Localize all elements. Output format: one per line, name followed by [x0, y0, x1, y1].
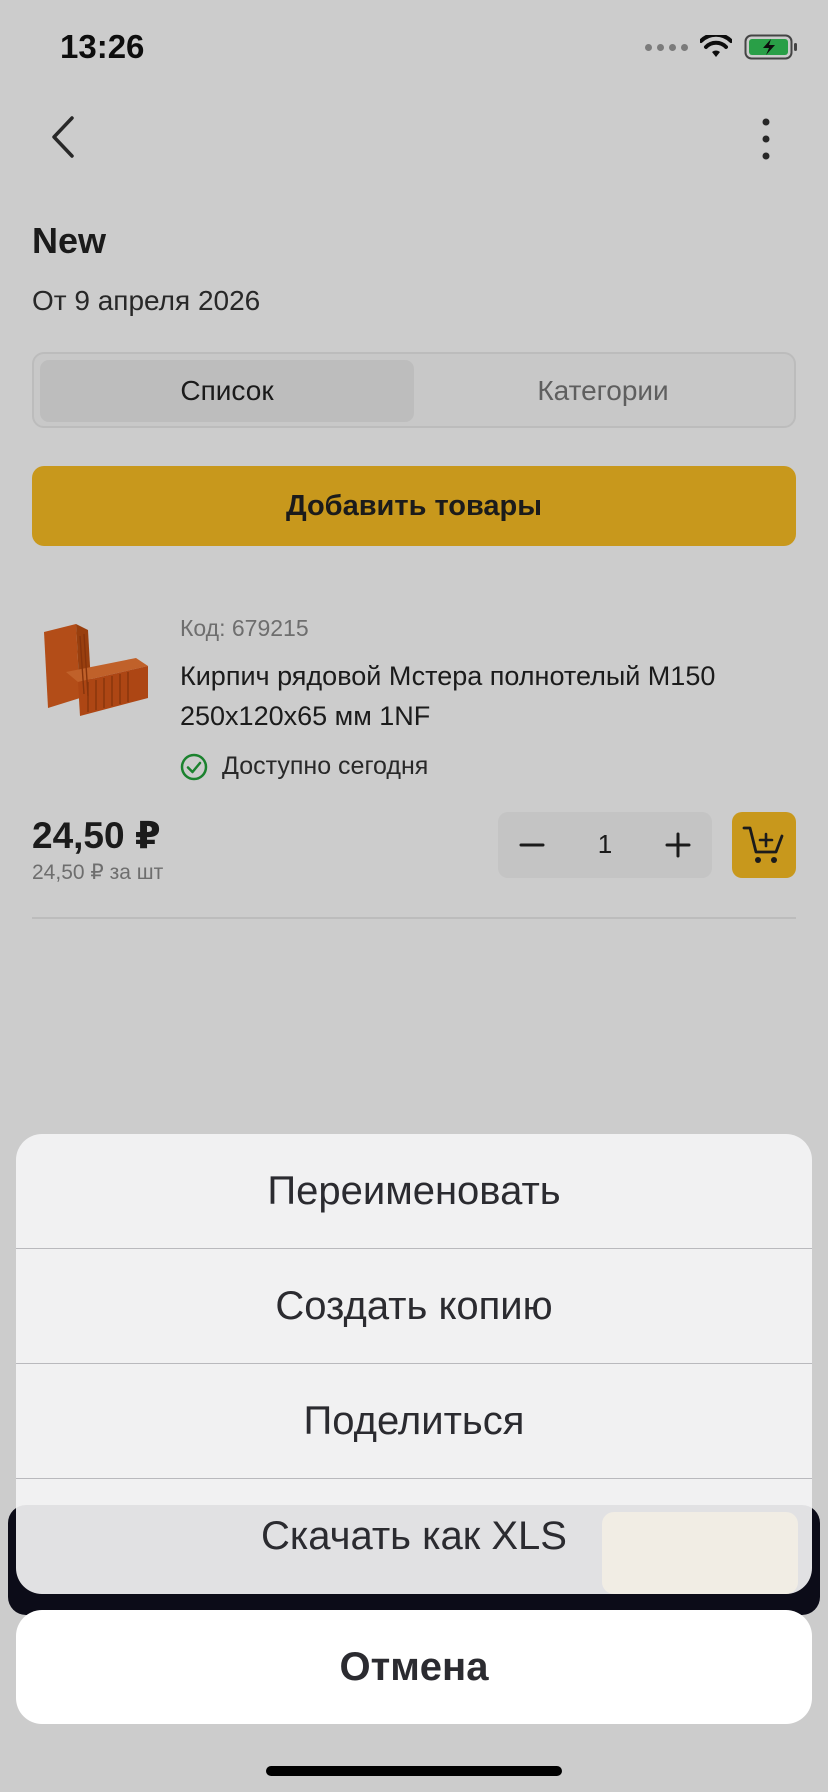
duplicate-action[interactable]: Создать копию — [16, 1249, 812, 1363]
share-action[interactable]: Поделиться — [16, 1364, 812, 1478]
cancel-button[interactable]: Отмена — [16, 1610, 812, 1724]
home-indicator — [266, 1766, 562, 1776]
download-xls-action[interactable]: Скачать как XLS — [16, 1479, 812, 1593]
rename-action[interactable]: Переименовать — [16, 1134, 812, 1248]
action-sheet: Переименовать Создать копию Поделиться С… — [16, 1134, 812, 1594]
